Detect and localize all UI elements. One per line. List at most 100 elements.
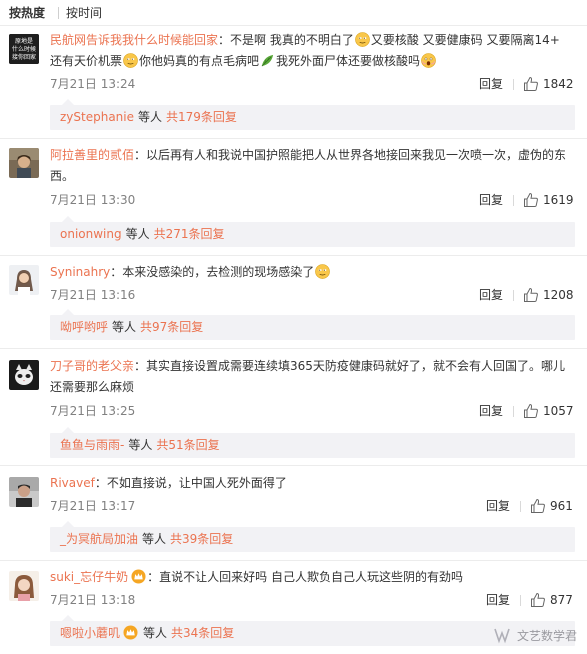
sort-by-hot-tab[interactable]: 按热度 [9,5,45,21]
watermark: 文艺数学君 [493,624,577,646]
replies-total-link[interactable]: 共179条回复 [166,110,237,124]
comment-date: 7月21日 13:16 [50,288,136,302]
colon: ： [218,33,231,47]
thumbs-up-icon [524,76,538,91]
comment-username[interactable]: Rivavef [50,476,95,490]
comment-username[interactable]: 民航网告诉我我什么时候能回家 [50,33,218,47]
avatar-text-image-icon: 原地是 什么时候 接你回家 [9,34,39,64]
like-count: 877 [550,593,573,607]
comment-text: Rivavef：不如直接说，让中国人死外面得了 [50,473,575,494]
like-count: 1619 [543,193,574,207]
action-divider [520,595,521,606]
action-divider [520,501,521,512]
sort-divider [58,7,59,19]
comment-username[interactable]: suki_忘仔牛奶 [50,570,128,584]
comment-divider [0,138,587,139]
comment-date: 7月21日 13:24 [50,77,136,91]
reply-username[interactable]: _为冥航局加油 [60,532,138,546]
avatar-photo-icon [9,477,39,507]
scream-emoji-icon [421,53,436,68]
replies-etc-label: 等人 [142,532,167,546]
thumbs-up-icon [524,192,538,207]
reply-username[interactable]: 嗯啦小蘑叽 [60,626,120,640]
action-divider [513,79,514,90]
like-count: 1208 [543,288,574,302]
avatar[interactable]: 原地是 什么时候 接你回家 [9,34,39,64]
replies-total-link[interactable]: 共34条回复 [171,626,234,640]
comment-text: 刀子哥的老父亲：其实直接设置成需要连续填365天防疫健康码就好了，就不会有人回国… [50,356,575,398]
thumbs-up-icon [531,498,545,513]
colon: ： [147,570,160,584]
watermark-logo-icon [494,628,510,644]
comment-meta: 7月21日 13:25 回复 1057 [50,402,575,420]
crown-badge-icon [123,625,138,640]
comment-meta: 7月21日 13:17 回复 961 [50,497,575,515]
replies-total-link[interactable]: 共271条回复 [154,227,225,241]
comment-divider [0,348,587,349]
comment-text-part-1: 不是啊 我真的不明白了 [230,33,354,47]
replies-preview[interactable]: 呦呼哟呼 等人 共97条回复 [50,309,575,340]
comment-username[interactable]: 刀子哥的老父亲 [50,359,134,373]
avatar[interactable] [9,477,39,507]
comment-divider [0,560,587,561]
comment-date: 7月21日 13:17 [50,499,136,513]
comment-meta: 7月21日 13:30 回复 1619 [50,191,575,209]
thumbs-up-icon [524,403,538,418]
like-count: 1057 [543,404,574,418]
reply-button[interactable]: 回复 [486,591,510,609]
replies-preview[interactable]: zyStephanie 等人 共179条回复 [50,99,575,130]
comment-divider [0,465,587,466]
thumbs-up-icon [524,287,538,302]
comment-text: 阿拉善里的贰佰：以后再有人和我说中国护照能把人从世界各地接回来我见一次喷一次，虚… [50,145,575,187]
replies-etc-label: 等人 [112,320,137,334]
avatar[interactable] [9,571,39,601]
avatar-photo-icon [9,265,39,295]
comment-username[interactable]: 阿拉善里的贰佰 [50,148,134,162]
comment-text-part-3: 你他妈真的有点毛病吧 [139,54,260,68]
sort-by-time-tab[interactable]: 按时间 [66,5,102,21]
reply-button[interactable]: 回复 [479,191,503,209]
replies-total-link[interactable]: 共97条回复 [140,320,203,334]
thumbs-up-icon [531,592,545,607]
sort-bar: 按热度 按时间 [0,0,587,26]
replies-etc-label: 等人 [138,110,163,124]
avatar-photo-icon [9,148,39,178]
smiley-emoji-icon [355,32,370,47]
replies-total-link[interactable]: 共51条回复 [156,438,219,452]
reply-button[interactable]: 回复 [486,497,510,515]
colon: ： [94,476,107,490]
comment-body: 不如直接说，让中国人死外面得了 [106,476,287,490]
reply-button[interactable]: 回复 [479,75,503,93]
comment-username[interactable]: Syninahry [50,265,110,279]
colon: ： [134,148,147,162]
avatar[interactable] [9,265,39,295]
comment-meta: 7月21日 13:24 回复 1842 [50,75,575,93]
replies-preview[interactable]: 鱼鱼与雨雨- 等人 共51条回复 [50,427,575,458]
crown-badge-icon [131,569,146,584]
comment-date: 7月21日 13:30 [50,193,136,207]
comment-text: suki_忘仔牛奶 ：直说不让人回来好吗 自己人欺负自己人玩这些阴的有劲吗 [50,567,575,588]
replies-preview[interactable]: onionwing 等人 共271条回复 [50,216,575,247]
comment-text: Syninahry：本来没感染的，去检测的现场感染了 [50,262,575,283]
avatar[interactable] [9,360,39,390]
avatar-text-line-1: 原地是 [15,37,33,45]
action-divider [513,290,514,301]
replies-total-link[interactable]: 共39条回复 [170,532,233,546]
smiley-emoji-icon [123,53,138,68]
comment-date: 7月21日 13:25 [50,404,136,418]
replies-preview[interactable]: _为冥航局加油 等人 共39条回复 [50,521,575,552]
replies-etc-label: 等人 [143,626,168,640]
reply-username[interactable]: 鱼鱼与雨雨- [60,438,124,452]
reply-button[interactable]: 回复 [479,402,503,420]
reply-username[interactable]: 呦呼哟呼 [60,320,108,334]
reply-username[interactable]: onionwing [60,227,122,241]
comment-body: 直说不让人回来好吗 自己人欺负自己人玩这些阴的有劲吗 [159,570,463,584]
reply-username[interactable]: zyStephanie [60,110,134,124]
reply-button[interactable]: 回复 [479,286,503,304]
action-divider [513,406,514,417]
leaf-emoji-icon [261,54,274,67]
replies-etc-label: 等人 [128,438,153,452]
avatar-photo-icon [9,571,39,601]
avatar[interactable] [9,148,39,178]
comment-meta: 7月21日 13:16 回复 1208 [50,286,575,304]
